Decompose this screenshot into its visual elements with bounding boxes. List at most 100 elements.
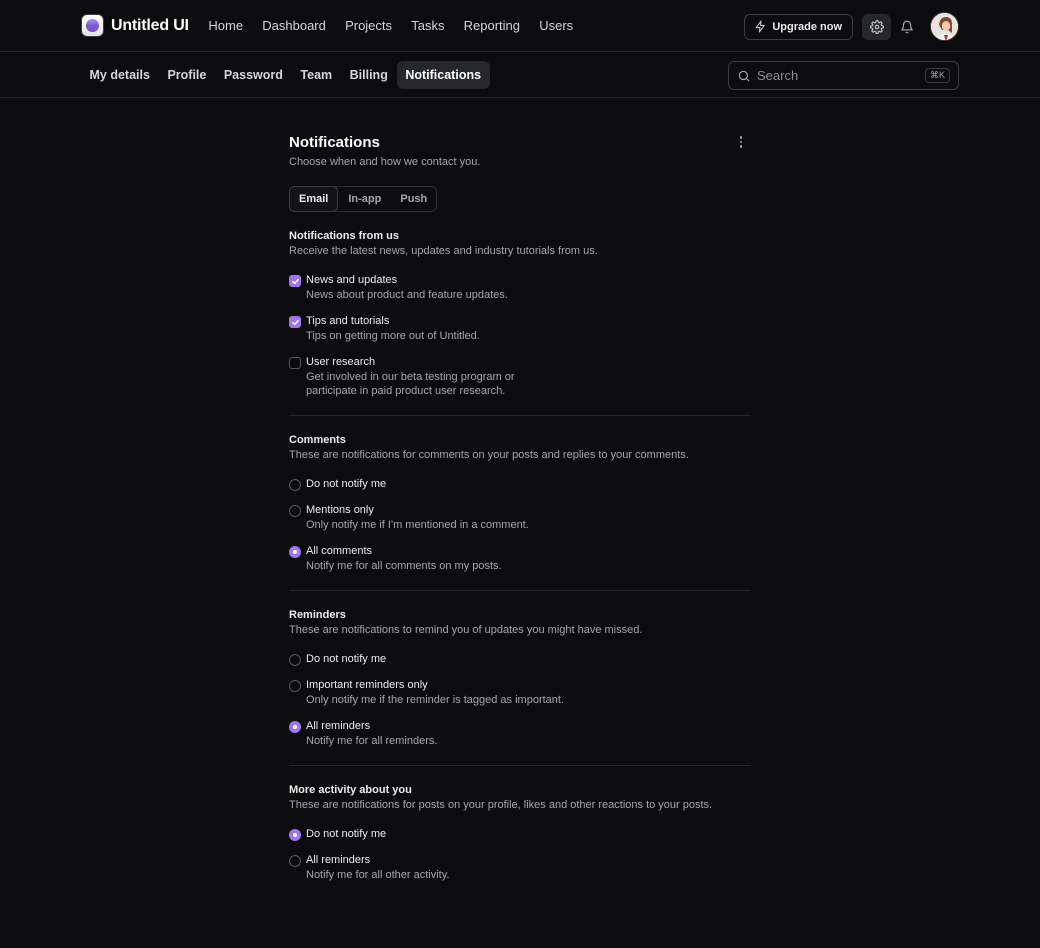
subnav-my-details[interactable]: My details bbox=[81, 61, 159, 89]
top-actions: Upgrade now bbox=[744, 12, 959, 41]
page-subtitle: Choose when and how we contact you. bbox=[289, 156, 481, 168]
option-label: Mentions only bbox=[306, 504, 374, 516]
option-reminders-important[interactable]: Important reminders only Only notify me … bbox=[289, 679, 751, 707]
nav-users[interactable]: Users bbox=[530, 12, 583, 39]
option-label: Tips and tutorials bbox=[306, 315, 390, 327]
main-nav: Home Dashboard Projects Tasks Reporting … bbox=[199, 12, 583, 39]
section-title: Notifications from us bbox=[289, 230, 400, 242]
option-help: Only notify me if the reminder is tagged… bbox=[306, 694, 565, 706]
section-from-us: Notifications from us Receive the latest… bbox=[289, 230, 751, 398]
more-options-icon[interactable] bbox=[735, 136, 747, 148]
section-title: Comments bbox=[289, 434, 346, 446]
reminders-none-radio[interactable] bbox=[289, 654, 301, 666]
lightning-icon bbox=[755, 20, 766, 33]
search-input[interactable] bbox=[757, 68, 917, 83]
user-research-checkbox[interactable] bbox=[289, 357, 301, 369]
option-help: Only notify me if I'm mentioned in a com… bbox=[306, 519, 529, 531]
section-title: Reminders bbox=[289, 609, 346, 621]
reminders-all-radio[interactable] bbox=[289, 721, 301, 733]
logo-icon bbox=[81, 14, 104, 37]
settings-button[interactable] bbox=[862, 13, 891, 40]
nav-tasks[interactable]: Tasks bbox=[402, 12, 454, 39]
section-comments: Comments These are notifications for com… bbox=[289, 434, 751, 573]
option-comments-mentions[interactable]: Mentions only Only notify me if I'm ment… bbox=[289, 504, 751, 532]
upgrade-label: Upgrade now bbox=[772, 20, 842, 33]
subnav-billing[interactable]: Billing bbox=[341, 61, 397, 89]
search-box[interactable]: ⌘K bbox=[728, 61, 959, 90]
divider bbox=[289, 590, 751, 591]
option-label: News and updates bbox=[306, 274, 398, 286]
settings-subnav: My details Profile Password Team Billing… bbox=[81, 60, 491, 89]
option-activity-all[interactable]: All reminders Notify me for all other ac… bbox=[289, 854, 751, 882]
option-comments-none[interactable]: Do not notify me bbox=[289, 478, 751, 491]
check-icon bbox=[291, 319, 299, 325]
section-description: These are notifications to remind you of… bbox=[289, 624, 643, 636]
upgrade-button[interactable]: Upgrade now bbox=[744, 13, 853, 40]
search-shortcut: ⌘K bbox=[924, 68, 950, 83]
option-label: Do not notify me bbox=[306, 478, 387, 490]
tips-tutorials-checkbox[interactable] bbox=[289, 316, 301, 328]
subnav-team[interactable]: Team bbox=[292, 61, 341, 89]
section-activity: More activity about you These are notifi… bbox=[289, 784, 751, 882]
page-header: Notifications Choose when and how we con… bbox=[289, 134, 751, 168]
comments-mentions-radio[interactable] bbox=[289, 505, 301, 517]
page-title: Notifications bbox=[289, 134, 380, 151]
option-label: Do not notify me bbox=[306, 828, 387, 840]
tab-email[interactable]: Email bbox=[289, 186, 339, 212]
option-label: All comments bbox=[306, 545, 373, 557]
brand-name: Untitled UI bbox=[111, 16, 189, 34]
avatar-image bbox=[931, 13, 958, 40]
comments-all-radio[interactable] bbox=[289, 546, 301, 558]
option-label: User research bbox=[306, 356, 376, 368]
subnav-notifications[interactable]: Notifications bbox=[396, 60, 491, 89]
search-icon bbox=[738, 70, 750, 81]
check-icon bbox=[291, 278, 299, 284]
option-label: All reminders bbox=[306, 854, 371, 866]
channel-tabs: Email In-app Push bbox=[289, 186, 438, 212]
option-help: Tips on getting more out of Untitled. bbox=[306, 330, 480, 342]
comments-none-radio[interactable] bbox=[289, 479, 301, 491]
notifications-button[interactable] bbox=[893, 14, 921, 40]
news-updates-checkbox[interactable] bbox=[289, 275, 301, 287]
option-activity-none[interactable]: Do not notify me bbox=[289, 828, 751, 841]
gear-icon bbox=[869, 19, 884, 34]
top-navbar: Untitled UI Home Dashboard Projects Task… bbox=[0, 0, 1040, 52]
section-description: These are notifications for comments on … bbox=[289, 449, 689, 461]
reminders-important-radio[interactable] bbox=[289, 680, 301, 692]
notifications-settings: Notifications Choose when and how we con… bbox=[289, 134, 751, 882]
option-help: Get involved in our beta testing program… bbox=[306, 371, 515, 383]
settings-subnav-bar: My details Profile Password Team Billing… bbox=[0, 52, 1040, 98]
tab-in-app[interactable]: In-app bbox=[338, 187, 390, 211]
option-comments-all[interactable]: All comments Notify me for all comments … bbox=[289, 545, 751, 573]
bell-icon bbox=[901, 20, 913, 33]
option-tips-tutorials[interactable]: Tips and tutorials Tips on getting more … bbox=[289, 315, 751, 343]
option-user-research[interactable]: User research Get involved in our beta t… bbox=[289, 356, 751, 398]
divider bbox=[289, 765, 751, 766]
nav-reporting[interactable]: Reporting bbox=[454, 12, 530, 39]
option-reminders-none[interactable]: Do not notify me bbox=[289, 653, 751, 666]
tab-push[interactable]: Push bbox=[390, 187, 436, 211]
avatar[interactable] bbox=[930, 12, 959, 41]
activity-all-radio[interactable] bbox=[289, 855, 301, 867]
option-help: Notify me for all other activity. bbox=[306, 869, 450, 881]
divider bbox=[289, 415, 751, 416]
subnav-password[interactable]: Password bbox=[215, 61, 292, 89]
nav-dashboard[interactable]: Dashboard bbox=[253, 12, 336, 39]
option-help: Notify me for all reminders. bbox=[306, 735, 438, 747]
option-help: Notify me for all comments on my posts. bbox=[306, 560, 502, 572]
option-reminders-all[interactable]: All reminders Notify me for all reminder… bbox=[289, 720, 751, 748]
brand[interactable]: Untitled UI bbox=[81, 14, 189, 37]
section-reminders: Reminders These are notifications to rem… bbox=[289, 609, 751, 748]
section-description: Receive the latest news, updates and ind… bbox=[289, 245, 598, 257]
option-help-line-2: participate in paid product user researc… bbox=[306, 385, 506, 397]
option-label: Do not notify me bbox=[306, 653, 387, 665]
option-help: News about product and feature updates. bbox=[306, 289, 508, 301]
section-title: More activity about you bbox=[289, 784, 412, 796]
option-label: All reminders bbox=[306, 720, 371, 732]
option-label: Important reminders only bbox=[306, 679, 428, 691]
subnav-profile[interactable]: Profile bbox=[159, 61, 215, 89]
activity-none-radio[interactable] bbox=[289, 829, 301, 841]
nav-projects[interactable]: Projects bbox=[335, 12, 401, 39]
option-news-updates[interactable]: News and updates News about product and … bbox=[289, 274, 751, 302]
nav-home[interactable]: Home bbox=[199, 12, 253, 39]
